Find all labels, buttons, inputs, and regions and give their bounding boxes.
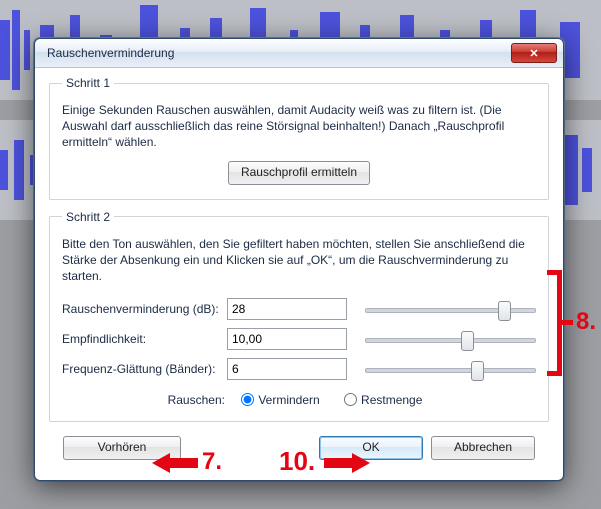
row-reduction: Rauschenverminderung (dB): bbox=[62, 294, 536, 324]
reduction-label: Rauschenverminderung (dB): bbox=[62, 302, 227, 316]
smoothing-input[interactable] bbox=[227, 358, 347, 380]
get-noise-profile-button[interactable]: Rauschprofil ermitteln bbox=[228, 161, 370, 185]
arrow-left-icon bbox=[152, 452, 198, 474]
reduction-slider[interactable] bbox=[365, 299, 536, 319]
close-icon: ✕ bbox=[529, 47, 538, 60]
annotation-10: 10. bbox=[279, 446, 315, 477]
cancel-button[interactable]: Abbrechen bbox=[431, 436, 535, 460]
radio-residual[interactable]: Restmenge bbox=[339, 393, 422, 407]
step2-group: Schritt 2 Bitte den Ton auswählen, den S… bbox=[49, 210, 549, 423]
noise-label: Rauschen: bbox=[168, 393, 225, 407]
noise-mode-radios: Rauschen: Vermindern Restmenge bbox=[62, 390, 536, 407]
sensitivity-slider[interactable] bbox=[365, 329, 536, 349]
sensitivity-label: Empfindlichkeit: bbox=[62, 332, 227, 346]
annotation-7: 7. bbox=[202, 448, 222, 476]
row-smoothing: Frequenz-Glättung (Bänder): bbox=[62, 354, 536, 384]
titlebar: Rauschenverminderung ✕ bbox=[35, 39, 563, 68]
sensitivity-input[interactable] bbox=[227, 328, 347, 350]
radio-reduce[interactable]: Vermindern bbox=[236, 393, 319, 407]
step1-legend: Schritt 1 bbox=[62, 76, 114, 90]
close-button[interactable]: ✕ bbox=[511, 43, 557, 63]
dialog-title: Rauschenverminderung bbox=[47, 46, 511, 60]
arrow-right-icon bbox=[324, 452, 370, 474]
row-sensitivity: Empfindlichkeit: bbox=[62, 324, 536, 354]
noise-reduction-dialog: Rauschenverminderung ✕ Schritt 1 Einige … bbox=[34, 38, 564, 481]
smoothing-label: Frequenz-Glättung (Bänder): bbox=[62, 362, 227, 376]
reduction-input[interactable] bbox=[227, 298, 347, 320]
step2-text: Bitte den Ton auswählen, den Sie gefilte… bbox=[62, 236, 536, 285]
step2-legend: Schritt 2 bbox=[62, 210, 114, 224]
step1-group: Schritt 1 Einige Sekunden Rauschen auswä… bbox=[49, 76, 549, 200]
smoothing-slider[interactable] bbox=[365, 359, 536, 379]
annotation-8: 8. bbox=[576, 308, 596, 336]
step1-text: Einige Sekunden Rauschen auswählen, dami… bbox=[62, 102, 536, 151]
